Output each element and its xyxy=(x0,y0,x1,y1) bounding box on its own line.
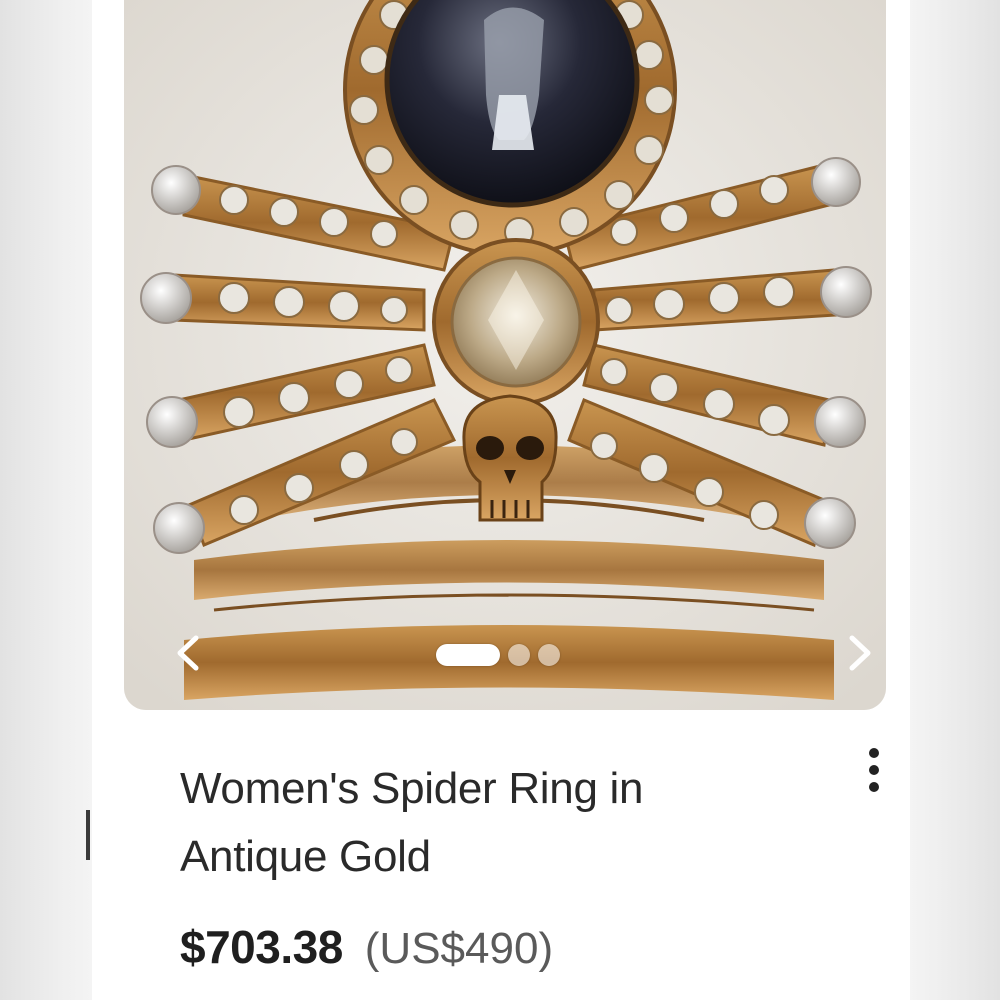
product-price-usd: (US$490) xyxy=(364,924,554,973)
carousel-prev-button[interactable] xyxy=(164,628,214,678)
product-card[interactable]: Women's Spider Ring in Antique Gold $703… xyxy=(92,0,910,1000)
edge-marker xyxy=(86,810,90,860)
chevron-left-icon xyxy=(177,635,199,671)
carousel-next-button[interactable] xyxy=(834,628,884,678)
carousel-dot-1[interactable] xyxy=(436,644,500,666)
carousel-dot-3[interactable] xyxy=(538,644,560,666)
carousel-dot-2[interactable] xyxy=(508,644,530,666)
product-image[interactable] xyxy=(124,0,886,710)
more-options-button[interactable] xyxy=(856,740,892,800)
product-title[interactable]: Women's Spider Ring in Antique Gold xyxy=(180,755,760,891)
chevron-right-icon xyxy=(849,635,871,671)
price-row: $703.38 (US$490) xyxy=(180,920,553,990)
carousel-indicator xyxy=(436,641,560,669)
image-carousel[interactable] xyxy=(124,0,886,710)
more-vertical-icon xyxy=(869,748,879,758)
product-price: $703.38 xyxy=(180,921,343,973)
